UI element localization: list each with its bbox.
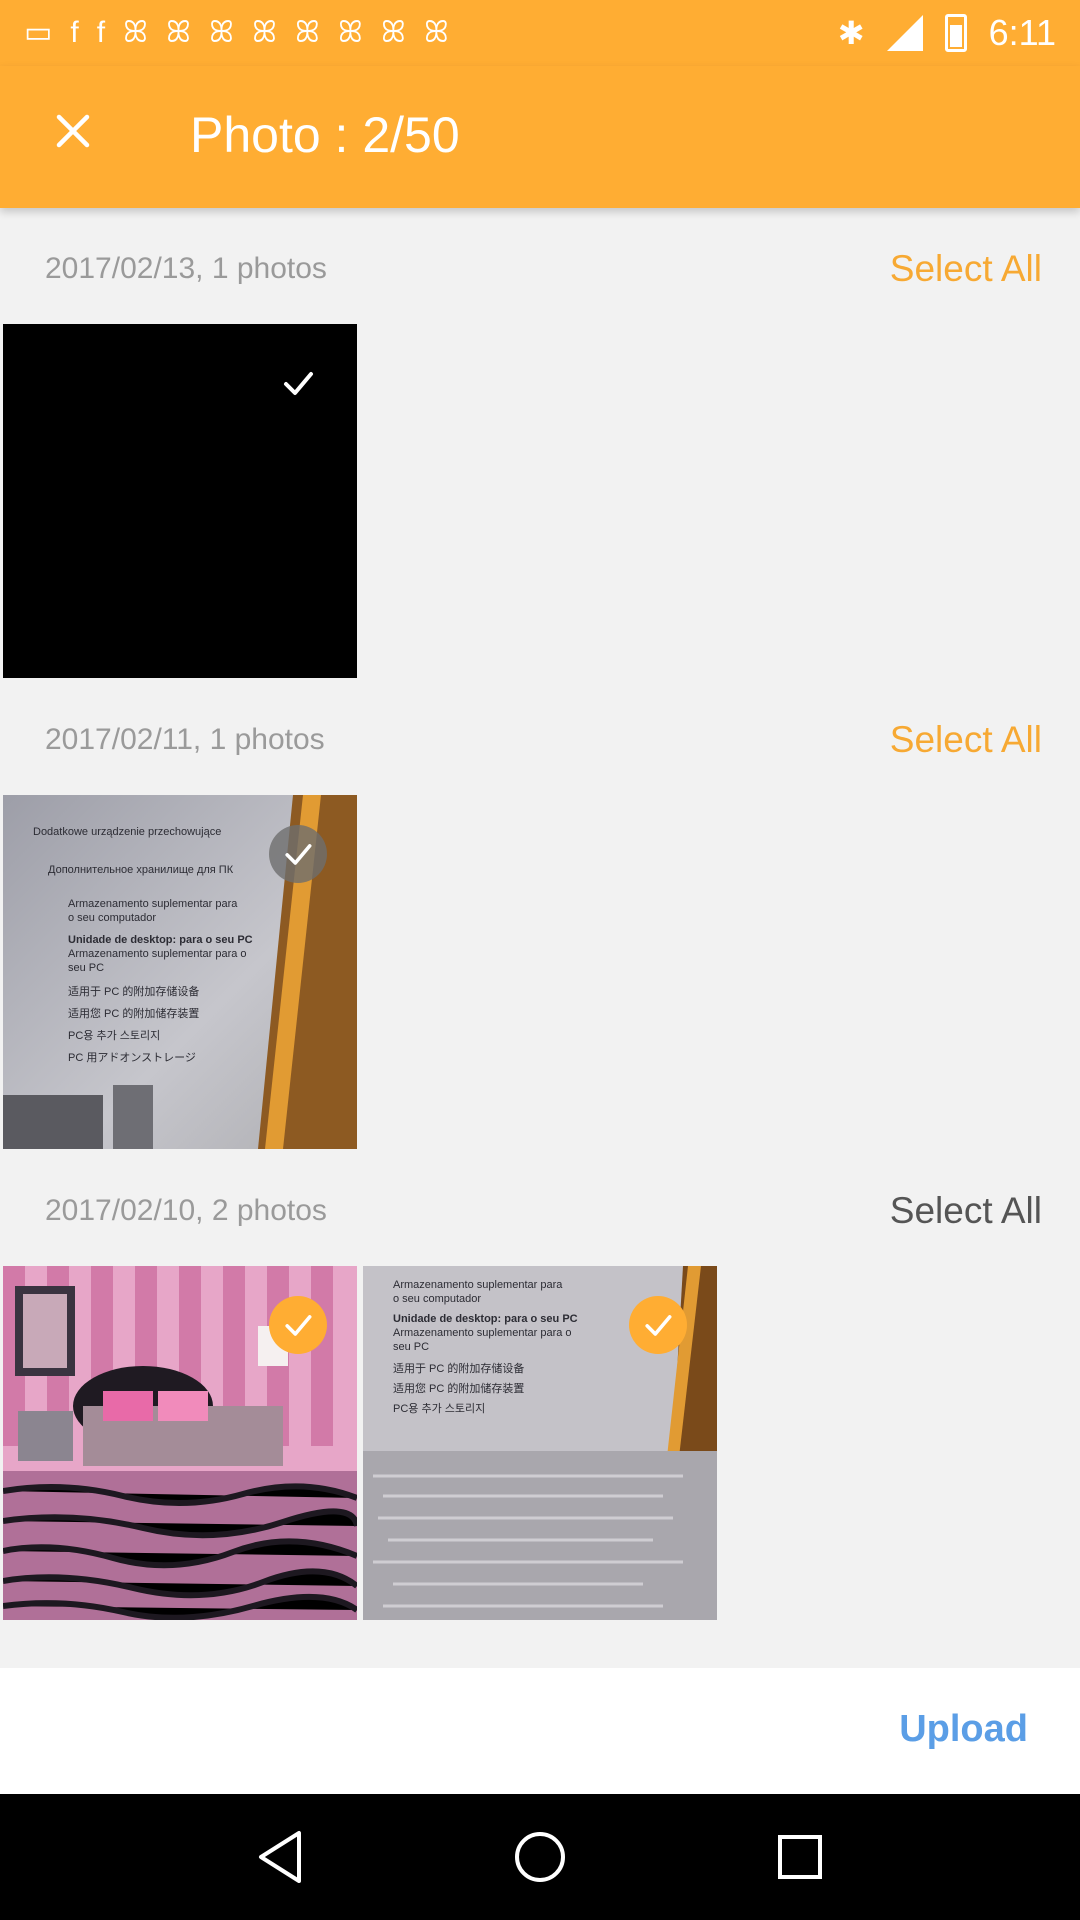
facebook-icon: f (70, 16, 79, 49)
back-icon (259, 1831, 301, 1883)
select-all-button[interactable]: Select All (890, 1190, 1042, 1232)
notification-icons: ▭ f f ꕤ ꕤ ꕤ ꕤ ꕤ ꕤ ꕤ ꕤ (24, 18, 449, 48)
section-date: 2017/02/10, 2 photos (45, 1194, 327, 1227)
app-bar: Photo : 2/50 (0, 66, 1080, 208)
thumb-text-line: seu PC (68, 962, 104, 974)
section-header: 2017/02/11, 1 photos Select All (0, 701, 1080, 781)
thumb-text-line: 适用您 PC 的附加储存装置 (393, 1381, 524, 1395)
thumb-text-line: Dodatkowe urządzenie przechowujące (33, 826, 221, 838)
photo-checkbox[interactable] (269, 825, 327, 883)
thumb-text-line: 适用于 PC 的附加存储设备 (68, 984, 199, 998)
select-all-button[interactable]: Select All (890, 719, 1042, 761)
recents-nav-button[interactable] (765, 1822, 835, 1892)
notification-icon: ꕤ (208, 16, 234, 49)
home-nav-button[interactable] (505, 1822, 575, 1892)
page-title: Photo : 2/50 (190, 107, 460, 163)
thumb-text-line: Armazenamento suplementar para o (393, 1327, 572, 1339)
section-date: 2017/02/13, 1 photos (45, 252, 327, 285)
thumb-text-line: PC용 추가 스토리지 (68, 1029, 160, 1042)
thumb-text-line: o seu computador (68, 912, 156, 924)
close-icon (56, 114, 90, 148)
check-icon (284, 372, 313, 395)
battery-icon (944, 14, 967, 52)
thumb-text-line: Unidade de desktop: para o seu PC (68, 934, 253, 946)
upload-button[interactable]: Upload (899, 1708, 1028, 1751)
recents-icon (778, 1835, 822, 1879)
section-header: 2017/02/13, 1 photos Select All (0, 230, 1080, 310)
photo-thumbnail[interactable] (3, 1266, 357, 1620)
thumb-text-line: Armazenamento suplementar para (393, 1279, 563, 1291)
thumb-text-line: Дополнительное хранилище для ПК (48, 864, 234, 876)
notification-icon: ꕤ (123, 16, 149, 49)
photo-checkbox[interactable] (269, 1296, 327, 1354)
home-icon (515, 1832, 565, 1882)
notification-icon: ꕤ (380, 16, 406, 49)
status-bar: ▭ f f ꕤ ꕤ ꕤ ꕤ ꕤ ꕤ ꕤ ꕤ ✱ 6:11 (0, 0, 1080, 66)
section-header: 2017/02/10, 2 photos Select All (0, 1172, 1080, 1252)
notification-icon: ꕤ (251, 16, 277, 49)
thumb-text-line: PC용 추가 스토리지 (393, 1402, 485, 1415)
back-nav-button[interactable] (245, 1822, 315, 1892)
photo-list[interactable]: 2017/02/13, 1 photos Select All 2017/02/… (0, 208, 1080, 1668)
bottom-panel: Upload (0, 1668, 1080, 1794)
photo-checkbox[interactable] (629, 1296, 687, 1354)
section-date: 2017/02/11, 1 photos (45, 723, 325, 756)
bluetooth-icon: ✱ (837, 15, 865, 51)
notification-icon: ꕤ (166, 16, 191, 49)
thumb-text-line: 适用于 PC 的附加存储设备 (393, 1361, 524, 1375)
select-all-button[interactable]: Select All (890, 248, 1042, 290)
check-icon (645, 1315, 672, 1336)
notification-icon: ꕤ (337, 16, 363, 49)
status-time: 6:11 (988, 12, 1056, 53)
facebook-icon: f (96, 16, 106, 49)
check-icon (285, 1315, 312, 1336)
thumb-text-line: Armazenamento suplementar para (68, 898, 238, 910)
thumb-text-line: 适用您 PC 的附加储存装置 (68, 1006, 199, 1020)
thumb-text-line: PC 用アドオンストレージ (68, 1051, 196, 1064)
photo-thumbnail[interactable] (3, 324, 357, 678)
thumb-text-line: Armazenamento suplementar para o (68, 948, 247, 960)
thumb-text-line: o seu computador (393, 1293, 481, 1305)
thumb-text-line: seu PC (393, 1341, 429, 1353)
signal-icon (886, 15, 923, 51)
notification-icon: ꕤ (294, 16, 320, 49)
photo-thumbnail[interactable]: Armazenamento suplementar para o seu com… (363, 1266, 717, 1620)
close-button[interactable] (38, 96, 108, 166)
notification-icon: ▭ (24, 16, 53, 49)
photo-checkbox[interactable] (269, 354, 327, 412)
thumb-text-line: Unidade de desktop: para o seu PC (393, 1313, 578, 1325)
notification-icon: ꕤ (423, 16, 449, 49)
navigation-bar (0, 1794, 1080, 1920)
photo-thumbnail[interactable]: Dodatkowe urządzenie przechowujące Допол… (3, 795, 357, 1149)
check-icon (285, 844, 312, 865)
